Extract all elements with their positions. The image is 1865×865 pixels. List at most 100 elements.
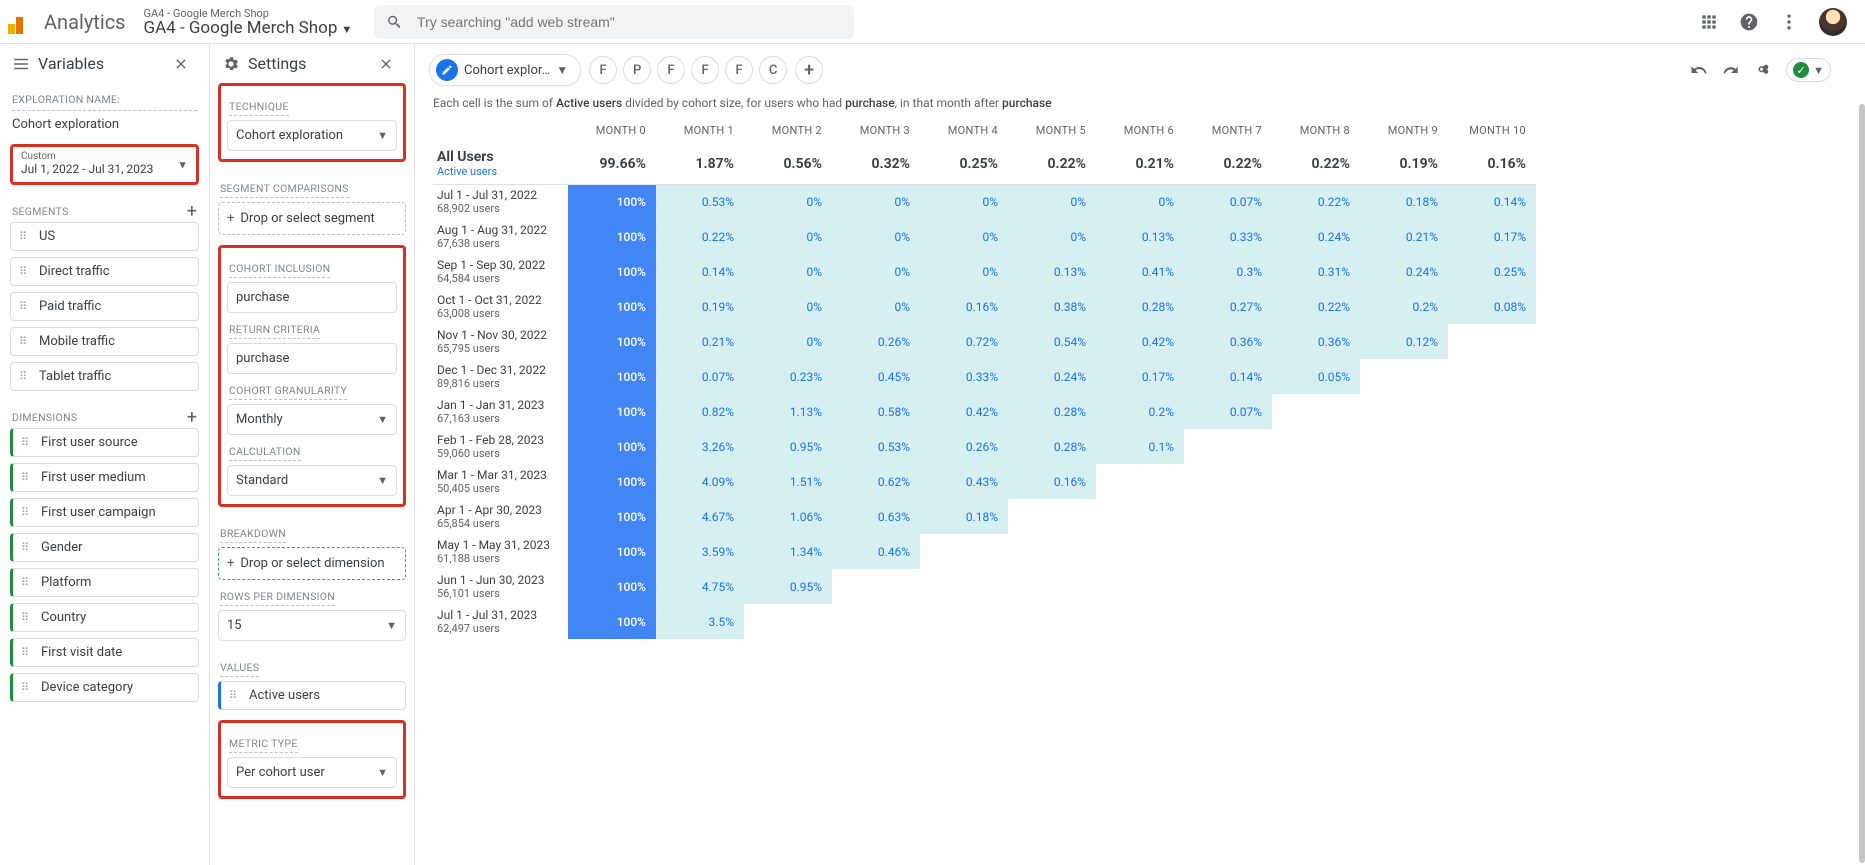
cohort-cell: 0% bbox=[744, 184, 832, 219]
settings-panel: Settings TECHNIQUE Cohort exploration ▼ … bbox=[210, 44, 415, 865]
segment-chip[interactable]: Direct traffic bbox=[10, 257, 199, 286]
row-header: Nov 1 - Nov 30, 202265,795 users bbox=[433, 324, 568, 359]
cohort-cell bbox=[1096, 464, 1184, 499]
segment-dropzone[interactable]: + Drop or select segment bbox=[218, 202, 406, 235]
date-range-picker[interactable]: Custom Jul 1, 2022 - Jul 31, 2023 ▼ bbox=[10, 144, 199, 185]
cohort-cell: 0.28% bbox=[1008, 429, 1096, 464]
exploration-name[interactable]: Cohort exploration bbox=[0, 117, 209, 138]
value-chip[interactable]: Active users bbox=[218, 681, 406, 710]
dimension-chip[interactable]: Device category bbox=[10, 673, 199, 702]
plus-icon: + bbox=[227, 211, 234, 226]
segment-chip-label: US bbox=[39, 229, 55, 244]
settings-title: Settings bbox=[248, 54, 306, 73]
tab-bubble[interactable]: P bbox=[623, 56, 651, 84]
row-header: Aug 1 - Aug 31, 202267,638 users bbox=[433, 219, 568, 254]
cohort-cell bbox=[1272, 464, 1360, 499]
metric-type-dropdown[interactable]: Per cohort user▼ bbox=[227, 757, 397, 788]
date-label: Custom bbox=[21, 151, 188, 162]
technique-block: TECHNIQUE Cohort exploration ▼ bbox=[218, 83, 406, 162]
chevron-down-icon: ▼ bbox=[377, 413, 388, 426]
cohort-cell: 0.28% bbox=[1096, 289, 1184, 324]
add-dimension-button[interactable]: + bbox=[187, 412, 197, 424]
cohort-cell: 0.22% bbox=[656, 219, 744, 254]
cohort-cell: 100% bbox=[568, 394, 656, 429]
cohort-cell: 100% bbox=[568, 534, 656, 569]
apps-icon[interactable] bbox=[1699, 12, 1719, 32]
dimension-chip[interactable]: First user campaign bbox=[10, 498, 199, 527]
cohort-cell: 0.07% bbox=[656, 359, 744, 394]
drag-handle-icon bbox=[21, 650, 33, 655]
cohort-cell bbox=[1272, 604, 1360, 639]
drag-handle-icon bbox=[21, 510, 33, 515]
add-tab-button[interactable]: + bbox=[795, 56, 823, 84]
segment-comparisons-label: SEGMENT COMPARISONS bbox=[220, 182, 349, 198]
dimension-chip[interactable]: Platform bbox=[10, 568, 199, 597]
cohort-inclusion-field[interactable]: purchase bbox=[227, 282, 397, 313]
cohort-cell: 0% bbox=[744, 254, 832, 289]
more-vert-icon[interactable] bbox=[1779, 12, 1799, 32]
tab-bubble[interactable]: F bbox=[691, 56, 719, 84]
close-icon[interactable] bbox=[173, 56, 189, 72]
search-bar[interactable] bbox=[374, 5, 854, 39]
cohort-cell bbox=[1360, 394, 1448, 429]
scrollbar-vertical[interactable] bbox=[1859, 104, 1865, 863]
cohort-cell: 0.43% bbox=[920, 464, 1008, 499]
table-row: Aug 1 - Aug 31, 202267,638 users100%0.22… bbox=[433, 219, 1536, 254]
tab-bubble[interactable]: F bbox=[657, 56, 685, 84]
cohort-cell: 100% bbox=[568, 359, 656, 394]
segment-drop-label: Drop or select segment bbox=[240, 211, 374, 226]
search-input[interactable] bbox=[417, 14, 842, 30]
dimension-chip[interactable]: Gender bbox=[10, 533, 199, 562]
technique-dropdown[interactable]: Cohort exploration ▼ bbox=[227, 120, 397, 151]
cohort-cell: 0.18% bbox=[1360, 184, 1448, 219]
cohort-cell: 1.13% bbox=[744, 394, 832, 429]
return-criteria-field[interactable]: purchase bbox=[227, 343, 397, 374]
redo-icon[interactable] bbox=[1722, 61, 1740, 79]
cohort-cell: 0.2% bbox=[1360, 289, 1448, 324]
cohort-cell bbox=[1448, 604, 1536, 639]
cohort-cell bbox=[1360, 604, 1448, 639]
cohort-cell: 0.27% bbox=[1184, 289, 1272, 324]
dimension-chip[interactable]: Country bbox=[10, 603, 199, 632]
table-row: Apr 1 - Apr 30, 202365,854 users100%4.67… bbox=[433, 499, 1536, 534]
tab-active[interactable]: Cohort explor… ▼ bbox=[429, 54, 581, 86]
row-header: Jul 1 - Jul 31, 202362,497 users bbox=[433, 604, 568, 639]
variables-title: Variables bbox=[38, 54, 104, 73]
cohort-cell: 0.25% bbox=[1448, 254, 1536, 289]
cohort-cell bbox=[1184, 429, 1272, 464]
close-icon[interactable] bbox=[378, 56, 394, 72]
tab-bubble[interactable]: F bbox=[589, 56, 617, 84]
undo-icon[interactable] bbox=[1690, 61, 1708, 79]
segment-chip[interactable]: Tablet traffic bbox=[10, 362, 199, 391]
dimension-chip[interactable]: First visit date bbox=[10, 638, 199, 667]
segment-chip-label: Mobile traffic bbox=[39, 334, 115, 349]
segment-chip[interactable]: Paid traffic bbox=[10, 292, 199, 321]
dimension-chip[interactable]: First user source bbox=[10, 428, 199, 457]
dimension-chip[interactable]: First user medium bbox=[10, 463, 199, 492]
status-pill[interactable]: ▼ bbox=[1786, 58, 1831, 82]
share-icon[interactable] bbox=[1754, 61, 1772, 79]
dimension-chip-label: First visit date bbox=[41, 645, 122, 660]
table-row: Dec 1 - Dec 31, 202289,816 users100%0.07… bbox=[433, 359, 1536, 394]
rows-dropdown[interactable]: 15▼ bbox=[218, 610, 406, 641]
cohort-cell: 0.12% bbox=[1360, 324, 1448, 359]
property-picker[interactable]: GA4 - Google Merch Shop GA4 - Google Mer… bbox=[144, 6, 353, 37]
tab-bubble[interactable]: F bbox=[725, 56, 753, 84]
add-segment-button[interactable]: + bbox=[187, 206, 197, 218]
month-header: MONTH 1 bbox=[656, 116, 744, 144]
tab-bubble[interactable]: C bbox=[759, 56, 787, 84]
row-header: Jun 1 - Jun 30, 202356,101 users bbox=[433, 569, 568, 604]
cohort-cell: 0.33% bbox=[920, 359, 1008, 394]
all-users-sub[interactable]: Active users bbox=[437, 165, 558, 178]
exploration-name-label: EXPLORATION NAME: bbox=[12, 83, 197, 111]
avatar[interactable] bbox=[1819, 8, 1847, 36]
segment-chip[interactable]: Mobile traffic bbox=[10, 327, 199, 356]
help-icon[interactable] bbox=[1739, 12, 1759, 32]
cohort-cell: 0.22% bbox=[1272, 184, 1360, 219]
granularity-dropdown[interactable]: Monthly▼ bbox=[227, 404, 397, 435]
calculation-dropdown[interactable]: Standard▼ bbox=[227, 465, 397, 496]
segment-chip[interactable]: US bbox=[10, 222, 199, 251]
breakdown-dropzone[interactable]: + Drop or select dimension bbox=[218, 547, 406, 580]
segment-chip-label: Direct traffic bbox=[39, 264, 110, 279]
all-users-label: All Users bbox=[437, 149, 558, 165]
